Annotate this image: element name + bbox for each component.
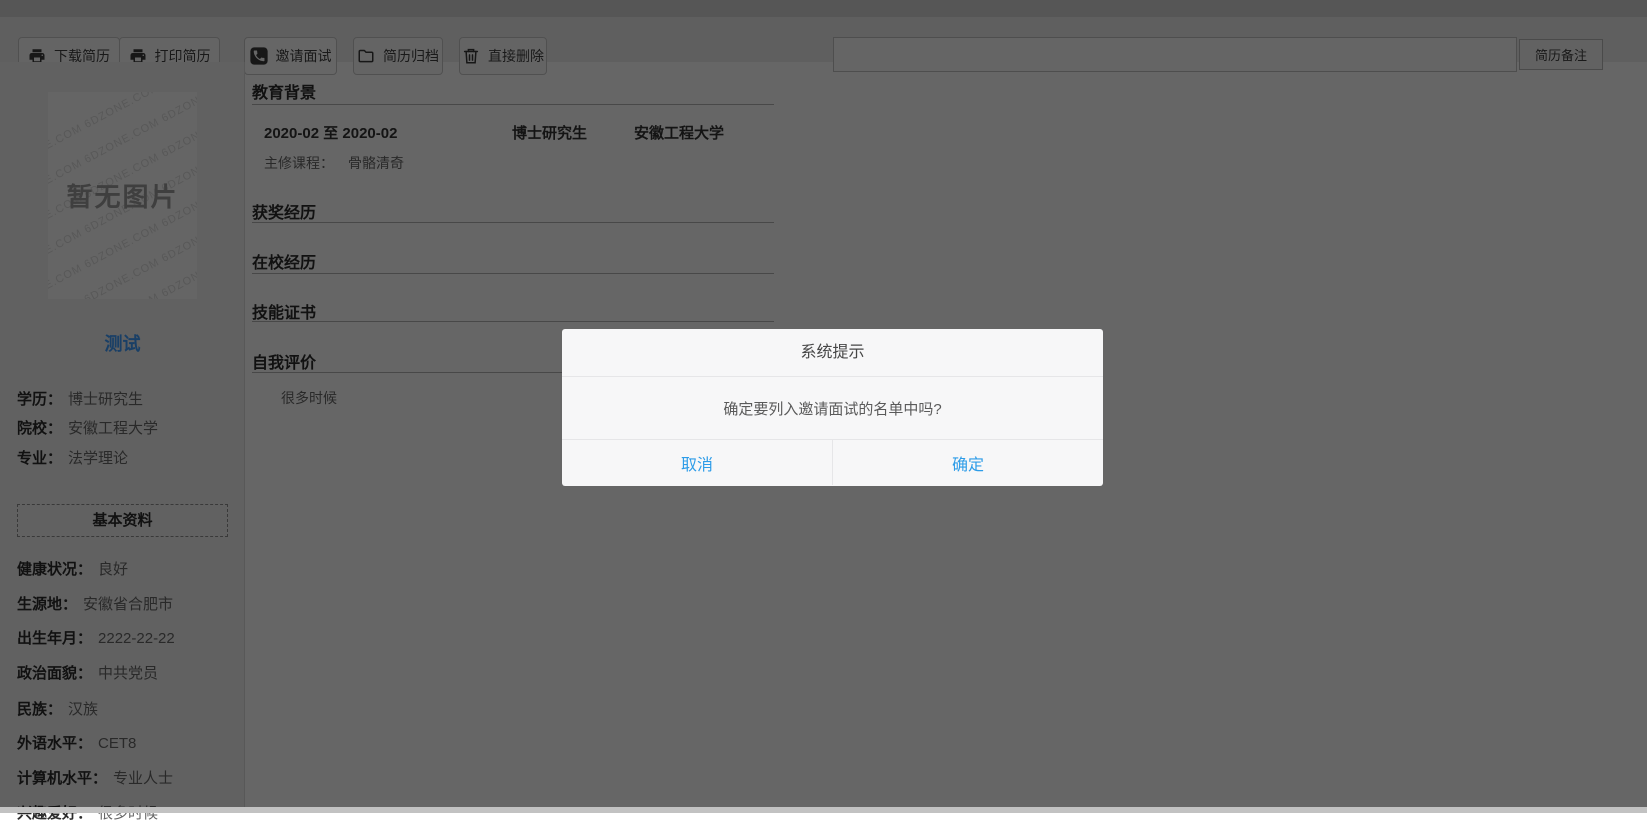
confirm-button[interactable]: 确定 (833, 440, 1103, 485)
system-prompt-dialog: 系统提示 确定要列入邀请面试的名单中吗? 取消 确定 (562, 329, 1103, 486)
horizontal-scrollbar[interactable] (0, 807, 1647, 813)
dialog-message: 确定要列入邀请面试的名单中吗? (562, 377, 1103, 439)
dialog-footer: 取消 确定 (562, 439, 1103, 485)
dialog-title: 系统提示 (562, 329, 1103, 377)
cancel-button[interactable]: 取消 (562, 440, 833, 485)
